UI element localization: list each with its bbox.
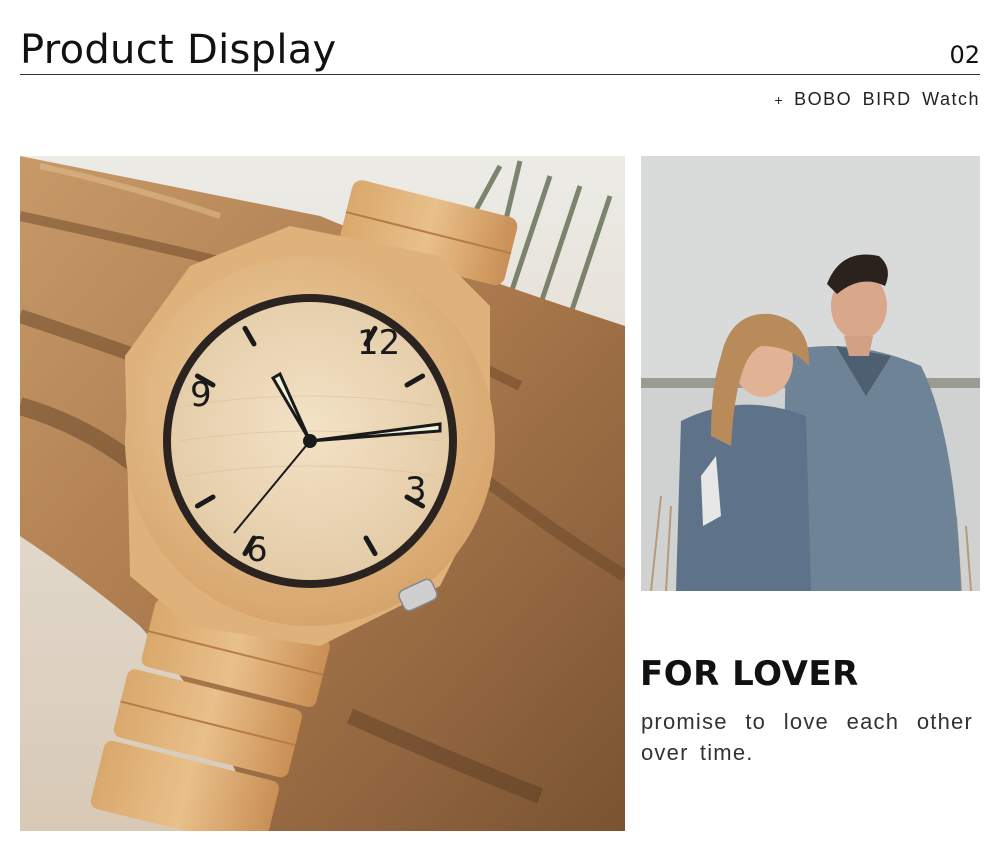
brand-tag: + BOBO BIRD Watch bbox=[774, 88, 980, 111]
numeral-6: 6 bbox=[246, 530, 268, 570]
page-title: Product Display bbox=[20, 27, 337, 73]
brand-name: BOBO BIRD Watch bbox=[794, 89, 980, 109]
watch-photo: 12 3 6 9 bbox=[20, 156, 625, 831]
plus-icon: + bbox=[774, 92, 785, 108]
feature-tagline: promise to love each other over time. bbox=[641, 709, 973, 765]
numeral-9: 9 bbox=[190, 375, 212, 415]
header-divider bbox=[20, 74, 980, 75]
numeral-3: 3 bbox=[405, 470, 427, 510]
page-number: 02 bbox=[949, 41, 980, 69]
feature-headline: FOR LOVER bbox=[640, 654, 859, 694]
numeral-12: 12 bbox=[357, 323, 400, 363]
couple-photo bbox=[641, 156, 980, 591]
